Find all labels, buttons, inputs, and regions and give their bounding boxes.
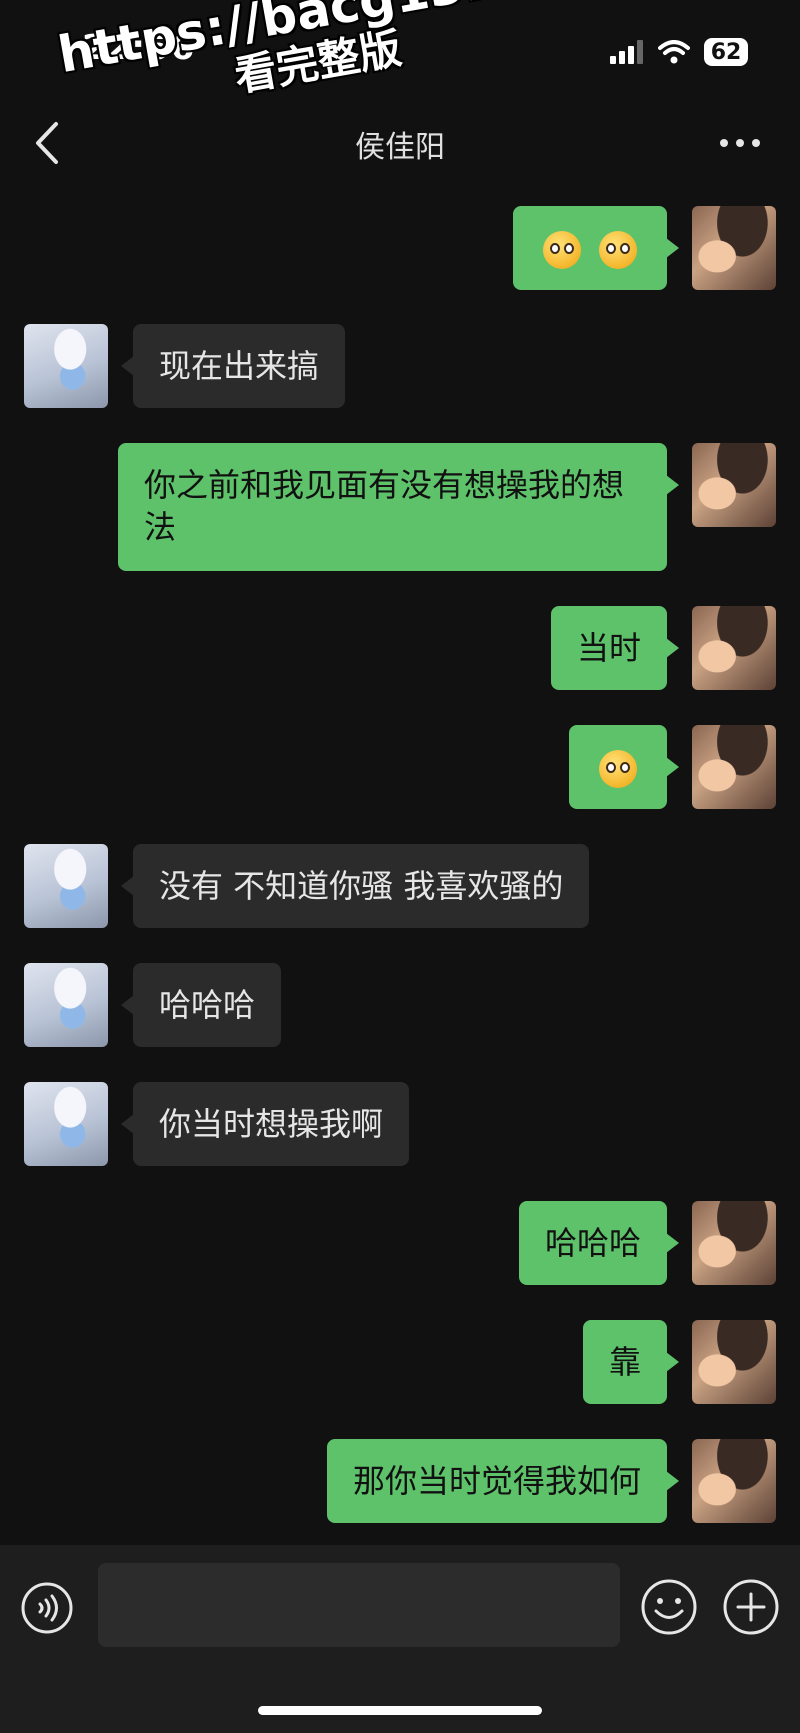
contact-avatar[interactable] [24, 963, 108, 1047]
outgoing-message-bubble[interactable]: 哈哈哈 [518, 1201, 680, 1285]
contact-avatar[interactable] [24, 844, 108, 928]
contact-avatar[interactable] [24, 324, 108, 408]
chat-screen: 22:56 62 侯佳阳 https://bacg13.com 看完整版 现在出… [0, 0, 800, 1733]
plus-icon[interactable] [722, 1578, 780, 1636]
emoji-icon[interactable] [640, 1578, 698, 1636]
message-text: 你当时想操我啊 [159, 1105, 384, 1143]
signal-icon [610, 40, 643, 64]
outgoing-message-bubble[interactable]: 靠 [582, 1320, 680, 1404]
outgoing-emoji-bubble[interactable] [569, 725, 679, 809]
incoming-message-bubble[interactable]: 哈哈哈 [120, 963, 282, 1047]
voice-icon[interactable] [20, 1581, 74, 1635]
my-avatar[interactable] [692, 606, 776, 690]
contact-avatar[interactable] [24, 1082, 108, 1166]
incoming-message-bubble[interactable]: 现在出来搞 [120, 324, 346, 408]
status-time: 22:56 [82, 28, 196, 68]
my-avatar[interactable] [692, 1439, 776, 1523]
pleading-face-emoji [542, 231, 581, 269]
message-text: 那你当时觉得我如何 [352, 1462, 641, 1500]
my-avatar[interactable] [692, 1320, 776, 1404]
pleading-face-emoji [599, 231, 637, 269]
chat-title: 侯佳阳 [355, 130, 445, 165]
message-text: 当时 [576, 629, 641, 667]
message-text: 哈哈哈 [159, 986, 256, 1024]
outgoing-message-bubble[interactable]: 那你当时觉得我如何 [326, 1439, 680, 1523]
battery-icon: 62 [704, 38, 748, 66]
incoming-message-bubble[interactable]: 你当时想操我啊 [120, 1082, 410, 1166]
my-avatar[interactable] [692, 725, 776, 809]
incoming-message-bubble[interactable]: 没有 不知道你骚 我喜欢骚的 [120, 844, 590, 928]
status-indicators: 62 [610, 38, 748, 66]
message-text: 哈哈哈 [544, 1224, 641, 1262]
outgoing-emoji-bubble[interactable] [512, 206, 680, 290]
wifi-icon [658, 40, 690, 64]
outgoing-message-bubble[interactable]: 当时 [550, 606, 680, 690]
watermark-subtitle: 看完整版 [230, 23, 405, 101]
battery-level: 62 [710, 39, 742, 65]
my-avatar[interactable] [692, 206, 776, 290]
input-bar [0, 1545, 800, 1733]
outgoing-message-bubble[interactable]: 你之前和我见面有没有想操我的想法 [118, 443, 679, 571]
my-avatar[interactable] [692, 1201, 776, 1285]
message-input[interactable] [98, 1563, 620, 1647]
home-indicator [258, 1706, 542, 1715]
message-text: 没有 不知道你骚 我喜欢骚的 [159, 867, 564, 905]
message-text: 现在出来搞 [159, 347, 320, 385]
pleading-hands-face-emoji [599, 750, 637, 788]
message-text: 你之前和我见面有没有想操我的想法 [144, 466, 625, 546]
message-text: 靠 [608, 1343, 641, 1381]
more-options-icon[interactable] [718, 136, 762, 150]
my-avatar[interactable] [692, 443, 776, 527]
